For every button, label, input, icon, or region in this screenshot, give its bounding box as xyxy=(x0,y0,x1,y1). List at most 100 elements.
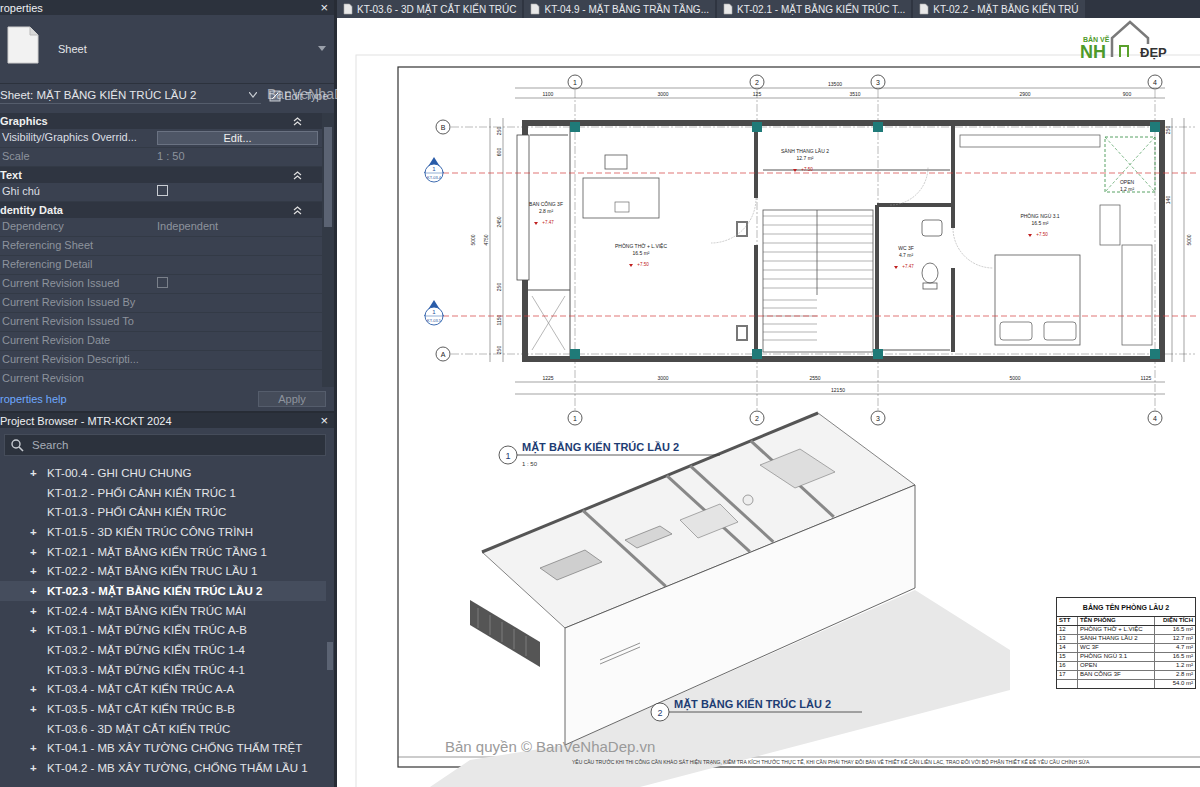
dimension-text: 600 xyxy=(496,148,502,157)
view-tab[interactable]: KT-03.6 - 3D MẶT CẮT KIẾN TRÚC xyxy=(337,0,522,18)
scroll-thumb[interactable] xyxy=(324,127,332,227)
column xyxy=(570,122,580,132)
edit-type-label: Edit Type xyxy=(284,90,328,102)
sheet-label: KT-03.3 - MẶT ĐỨNG KIẾN TRÚC 4-1 xyxy=(44,664,245,676)
sheet-item[interactable]: +KT-04.2 - MB XÂY TƯỜNG, CHỐNG THẤM LẦU … xyxy=(0,758,326,778)
sheet-item[interactable]: +KT-03.4 - MẶT CẮT KIẾN TRÚC A-A xyxy=(0,680,326,700)
expand-toggle[interactable]: + xyxy=(30,762,44,774)
close-button[interactable]: × xyxy=(318,414,330,427)
section-title: Graphics xyxy=(0,115,48,127)
section-marker[interactable]: 1KT-03.5 xyxy=(424,300,444,325)
room-schedule[interactable]: BẢNG TÊN PHÒNG LẦU 2STTTÊN PHÒNGDIỆN TÍC… xyxy=(1056,597,1196,689)
sheet-item[interactable]: +KT-01.5 - 3D KIẾN TRÚC CÔNG TRÌNH xyxy=(0,522,326,542)
schedule-cell: SẢNH THANG LẦU 2 xyxy=(1078,635,1155,643)
schedule-row: 15PHÒNG NGỦ 3.116.5 m² xyxy=(1057,653,1195,662)
schedule-cell: 12.7 m² xyxy=(1155,635,1195,643)
dimension-text: 250 xyxy=(1165,126,1171,135)
properties-title-bar: roperties× xyxy=(0,0,334,15)
view-title[interactable]: 1MẶT BẰNG KIẾN TRÚC LẦU 21 : 50 xyxy=(499,441,720,467)
sheet-item[interactable]: KT-03.3 - MẶT ĐỨNG KIẾN TRÚC 4-1 xyxy=(0,660,326,680)
section-line xyxy=(443,316,1196,317)
sheet-item[interactable]: +KT-02.3 - MẶT BẰNG KIẾN TRÚC LẦU 2 xyxy=(0,581,326,601)
section-marker[interactable]: 1KT-03.4 xyxy=(424,157,444,182)
schedule-cell: BAN CÔNG 3F xyxy=(1078,671,1155,679)
room-tag: OPEN1.2 m² xyxy=(1120,179,1135,192)
property-checkbox[interactable] xyxy=(157,185,168,196)
sheet-item[interactable]: +KT-02.2 - MẶT BẰNG KIẾN TRUC LẦU 1 xyxy=(0,561,326,581)
sheet-item[interactable]: KT-03.6 - 3D MẶT CẮT KIẾN TRÚC xyxy=(0,719,326,739)
type-name: Sheet xyxy=(58,43,300,55)
expand-toggle[interactable]: + xyxy=(30,467,44,479)
scroll-thumb[interactable] xyxy=(327,642,333,670)
sheet-item[interactable]: KT-01.3 - PHỐI CẢNH KIẾN TRÚC xyxy=(0,502,326,522)
dimension-text: 1100 xyxy=(543,91,554,97)
expand-toggle[interactable]: + xyxy=(30,565,44,577)
sheet-item[interactable]: +KT-02.4 - MẶT BẰNG KIẾN TRÚC MÁI xyxy=(0,601,326,621)
property-section-header[interactable]: Text xyxy=(0,167,322,183)
close-button[interactable]: × xyxy=(318,1,330,14)
room-area: 16.5 m² xyxy=(1032,220,1049,226)
left-dock: roperties× Sheet Sheet: MẶT BẰNG KIẾN TRÚC… xyxy=(0,0,337,787)
view-title[interactable]: 2MẶT BẰNG KIẾN TRÚC LẦU 2 xyxy=(651,698,862,721)
expand-toggle[interactable]: + xyxy=(30,526,44,538)
properties-help-link[interactable]: roperties help xyxy=(0,393,67,405)
sheet-note: YÊU CẦU TRƯỚC KHI THI CÔNG CẦN KHẢO SÁT … xyxy=(572,758,1090,765)
sheet-label: KT-01.3 - PHỐI CẢNH KIẾN TRÚC xyxy=(44,506,226,518)
properties-footer: roperties help Apply xyxy=(0,387,334,411)
paper xyxy=(356,55,1200,787)
search-field[interactable] xyxy=(4,434,326,456)
view-tab[interactable]: KT-04.9 - MẶT BẰNG TRẦN TẦNG... xyxy=(524,0,714,18)
schedule-header: STTTÊN PHÒNGDIỆN TÍCH xyxy=(1057,617,1195,626)
file-icon xyxy=(530,3,540,15)
dimension-text: 3510 xyxy=(849,91,860,97)
instance-selector[interactable]: Sheet: MẶT BẰNG KIẾN TRÚC LẦU 2 xyxy=(0,87,261,104)
expand-toggle[interactable]: + xyxy=(30,585,44,597)
schedule-column: DIỆN TÍCH xyxy=(1155,617,1195,625)
property-section-header[interactable]: Graphics xyxy=(0,113,322,129)
properties-scrollbar[interactable] xyxy=(322,113,334,387)
apply-button[interactable]: Apply xyxy=(258,391,326,407)
3d-view xyxy=(430,413,1010,787)
sheet-item[interactable]: +KT-00.4 - GHI CHU CHUNG xyxy=(0,463,326,483)
schedule-cell: 2.8 m² xyxy=(1155,671,1195,679)
sheet-canvas[interactable]: BẢN VẼNHĐẸP11223344BA1350011003000125351… xyxy=(337,18,1200,787)
edit-button[interactable]: Edit... xyxy=(157,131,318,145)
expand-toggle[interactable]: + xyxy=(30,683,44,695)
sheet-item[interactable]: +KT-04.1 - MB XÂY TƯỜNG CHỐNG THẤM TRỆT xyxy=(0,739,326,759)
sheet-label: KT-03.2 - MẶT ĐỨNG KIẾN TRÚC 1-4 xyxy=(44,644,245,656)
expand-toggle[interactable]: + xyxy=(30,605,44,617)
collapse-icon xyxy=(293,206,302,215)
column xyxy=(873,122,883,132)
expand-toggle[interactable]: + xyxy=(30,624,44,636)
sheet-label: KT-04.1 - MB XÂY TƯỜNG CHỐNG THẤM TRỆT xyxy=(44,742,302,754)
expand-toggle[interactable]: + xyxy=(30,546,44,558)
grid-bubble: B xyxy=(436,120,450,134)
tab-label: KT-03.6 - 3D MẶT CẮT KIẾN TRÚC xyxy=(357,4,516,15)
sheet-item[interactable]: +KT-03.1 - MẶT ĐỨNG KIẾN TRÚC A-B xyxy=(0,621,326,641)
type-selector[interactable]: Sheet xyxy=(0,15,334,84)
search-input[interactable] xyxy=(30,438,319,452)
view-tab[interactable]: KT-02.1 - MẶT BẰNG KIẾN TRÚC T... xyxy=(717,0,911,18)
expand-toggle[interactable]: + xyxy=(30,742,44,754)
schedule-cell: 4.7 m² xyxy=(1155,644,1195,652)
property-section-header[interactable]: dentity Data xyxy=(0,202,322,218)
sheet-label: KT-00.4 - GHI CHU CHUNG xyxy=(44,467,191,479)
sheet-item[interactable]: KT-01.2 - PHỐI CẢNH KIẾN TRÚC 1 xyxy=(0,483,326,503)
instance-selector-text: Sheet: MẶT BẰNG KIẾN TRÚC LẦU 2 xyxy=(0,89,196,101)
edit-type-button[interactable]: Edit Type xyxy=(267,90,330,102)
expand-toggle[interactable]: + xyxy=(30,703,44,715)
level-tag: +7.50 xyxy=(637,262,649,267)
sheet-item[interactable]: +KT-03.5 - MẶT CẮT KIẾN TRÚC B-B xyxy=(0,699,326,719)
view-tab[interactable]: KT-02.2 - MẶT BẰNG KIẾN TRÚ xyxy=(913,0,1084,18)
column xyxy=(1150,349,1160,359)
browser-scrollbar[interactable] xyxy=(326,462,334,787)
property-value[interactable] xyxy=(154,183,322,201)
property-value[interactable]: Edit... xyxy=(154,129,322,147)
dimension-text: 250 xyxy=(496,283,502,292)
dimension-text: 125 xyxy=(753,91,762,97)
grid-bubble: A xyxy=(436,347,450,361)
sheet-item[interactable]: KT-03.2 - MẶT ĐỨNG KIẾN TRÚC 1-4 xyxy=(0,640,326,660)
sheet-item[interactable]: +KT-02.1 - MẶT BẰNG KIẾN TRÚC TẦNG 1 xyxy=(0,542,326,562)
sheet-label: KT-02.2 - MẶT BẰNG KIẾN TRUC LẦU 1 xyxy=(44,565,257,577)
logo-left-text: NH xyxy=(1080,42,1106,62)
